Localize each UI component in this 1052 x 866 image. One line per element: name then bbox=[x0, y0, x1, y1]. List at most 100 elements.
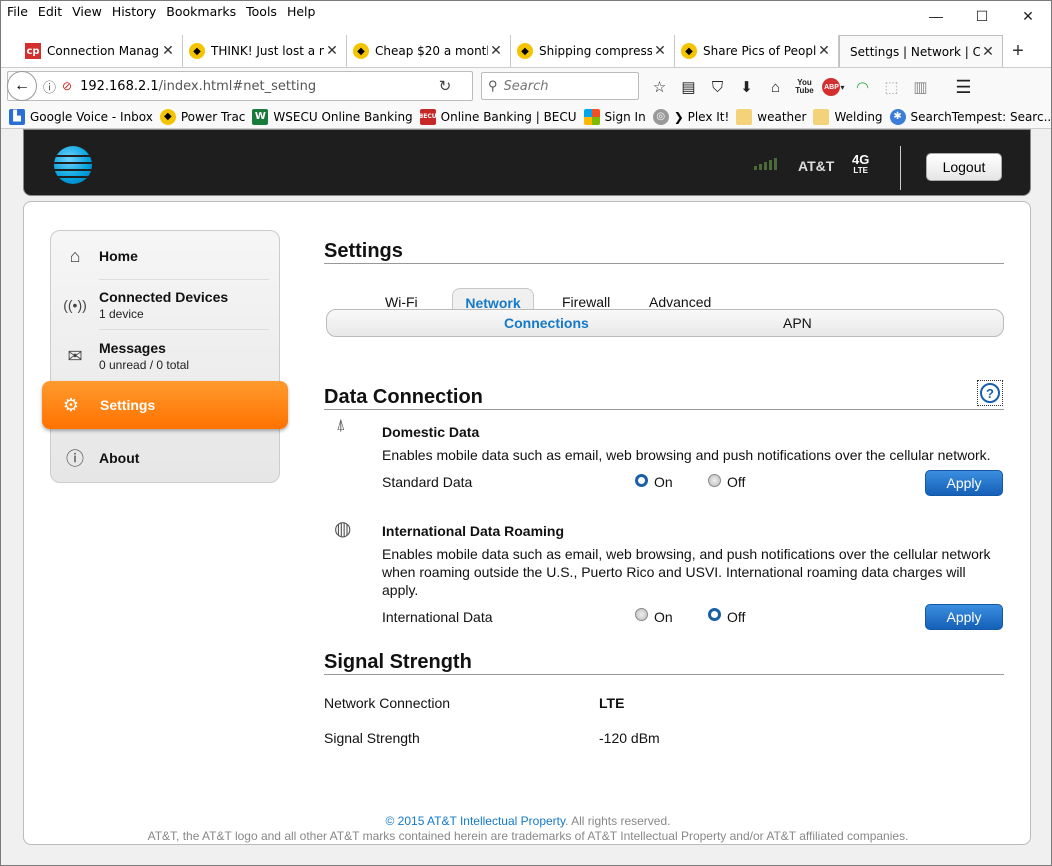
menu-view[interactable]: View bbox=[67, 1, 107, 25]
close-tab-icon[interactable]: ✕ bbox=[980, 44, 996, 60]
close-tab-icon[interactable]: ✕ bbox=[816, 43, 832, 59]
intl-data-off-radio[interactable] bbox=[708, 608, 721, 621]
download-icon[interactable]: ⬇ bbox=[732, 72, 761, 102]
bookmark-power-trac[interactable]: ◆ Power Trac bbox=[159, 108, 246, 125]
sidebar-toggle-icon[interactable]: ▥ bbox=[906, 72, 935, 102]
maximize-icon[interactable]: ☐ bbox=[959, 1, 1005, 31]
globe-icon: ◍ bbox=[334, 518, 352, 540]
tab-strip: cp Connection Manag ✕ ◆ THINK! Just lost… bbox=[1, 35, 1051, 67]
bookmark-wsecu[interactable]: W WSECU Online Banking bbox=[252, 108, 413, 125]
menu-history[interactable]: History bbox=[107, 1, 161, 25]
standard-data-on-radio[interactable] bbox=[635, 474, 648, 487]
menu-bookmarks[interactable]: Bookmarks bbox=[161, 1, 241, 25]
browser-tab[interactable]: ◆ THINK! Just lost a n ✕ bbox=[183, 35, 347, 67]
search-input[interactable] bbox=[503, 78, 624, 94]
intl-data-on-radio[interactable] bbox=[635, 608, 648, 621]
subtab-apn[interactable]: APN bbox=[783, 310, 812, 336]
subtab-connections[interactable]: Connections bbox=[504, 310, 589, 336]
bookmark-label: Power Trac bbox=[180, 109, 246, 124]
browser-tab-active[interactable]: Settings | Network | Cor ✕ bbox=[839, 35, 1003, 67]
bookmark-label: Welding bbox=[834, 109, 883, 124]
wifi-icon[interactable]: ◠ bbox=[848, 72, 877, 102]
sidebar-item-label: About bbox=[99, 450, 140, 466]
reading-list-icon[interactable]: ▤ bbox=[674, 72, 703, 102]
search-box[interactable]: ⚲ bbox=[481, 72, 639, 100]
radio-label: On bbox=[654, 474, 673, 490]
bookmark-plex[interactable]: ◎ ❯ Plex It! bbox=[652, 108, 729, 125]
carrier-name: AT&T bbox=[798, 158, 835, 174]
intl-roaming-desc-line2: when roaming outside the U.S., Puerto Ri… bbox=[382, 564, 966, 580]
header-divider bbox=[900, 146, 901, 190]
url-text[interactable]: 192.168.2.1/index.html#net_setting bbox=[80, 79, 430, 94]
bookmark-welding[interactable]: Welding bbox=[813, 108, 883, 125]
sidebar-item-home[interactable]: ⌂ Home bbox=[51, 231, 281, 281]
close-tab-icon[interactable]: ✕ bbox=[160, 43, 176, 59]
tab-title: Cheap $20 a month bbox=[375, 44, 488, 58]
back-arrow-icon[interactable]: ← bbox=[7, 71, 37, 101]
divider bbox=[324, 674, 1004, 675]
new-tab-button[interactable]: + bbox=[1003, 35, 1033, 67]
yellow-ninja-icon: ◆ bbox=[159, 108, 176, 125]
tab-title: Shipping compress bbox=[539, 44, 652, 58]
divider bbox=[324, 409, 1004, 410]
browser-tab[interactable]: ◆ Cheap $20 a month ✕ bbox=[347, 35, 511, 67]
apply-intl-button[interactable]: Apply bbox=[925, 604, 1003, 630]
radio-label: Off bbox=[727, 609, 746, 625]
help-button[interactable]: ? bbox=[977, 380, 1003, 406]
sidebar-item-connected-devices[interactable]: ((•)) Connected Devices 1 device bbox=[51, 280, 281, 330]
info-icon[interactable]: ⓘ bbox=[43, 77, 56, 96]
pocket-icon[interactable]: ⛉ bbox=[703, 72, 732, 102]
info-icon: ⓘ bbox=[66, 449, 84, 469]
youtube-icon[interactable]: You Tube bbox=[790, 72, 819, 102]
sidebar-item-about[interactable]: ⓘ About bbox=[51, 433, 281, 483]
copyright-link[interactable]: © 2015 AT&T Intellectual Property bbox=[386, 814, 566, 828]
signal-bars-icon bbox=[754, 158, 777, 170]
divider bbox=[324, 263, 1004, 264]
footer-rights: . All rights reserved. bbox=[565, 814, 671, 828]
bookmarks-toolbar: ▙ Google Voice - Inbox ◆ Power Trac W WSECU… bbox=[1, 105, 1051, 129]
browser-tab[interactable]: ◆ Shipping compress ✕ bbox=[511, 35, 675, 67]
close-tab-icon[interactable]: ✕ bbox=[488, 43, 504, 59]
menu-edit[interactable]: Edit bbox=[33, 1, 67, 25]
bookmark-searchtempest[interactable]: ✱ SearchTempest: Searc... bbox=[889, 108, 1051, 125]
envelope-icon: ✉ bbox=[67, 345, 83, 366]
sidebar-item-messages[interactable]: ✉ Messages 0 unread / 0 total bbox=[51, 331, 281, 381]
url-bar[interactable]: ← ⓘ ⊘ 192.168.2.1/index.html#net_setting… bbox=[7, 71, 473, 101]
logout-button[interactable]: Logout bbox=[926, 153, 1002, 181]
folder-icon bbox=[736, 108, 753, 125]
tab-title: Settings | Network | Cor bbox=[850, 44, 980, 59]
folder-icon bbox=[813, 108, 830, 125]
hamburger-menu-icon[interactable]: ☰ bbox=[949, 72, 978, 102]
menu-file[interactable]: File bbox=[1, 1, 33, 25]
browser-tab[interactable]: cp Connection Manag ✕ bbox=[19, 35, 183, 67]
standard-data-off-radio[interactable] bbox=[708, 474, 721, 487]
help-icon: ? bbox=[980, 383, 1000, 403]
bookmark-becu[interactable]: BECU Online Banking | BECU bbox=[419, 108, 577, 125]
sidebar-item-settings[interactable]: ⚙ Settings bbox=[42, 381, 288, 429]
home-icon[interactable]: ⌂ bbox=[761, 72, 790, 102]
insecure-lock-icon[interactable]: ⊘ bbox=[62, 79, 72, 93]
sidebar-item-label: Messages bbox=[99, 340, 166, 356]
intl-roaming-title: International Data Roaming bbox=[382, 523, 565, 539]
close-tab-icon[interactable]: ✕ bbox=[324, 43, 340, 59]
apply-domestic-button[interactable]: Apply bbox=[925, 470, 1003, 496]
intl-data-label: International Data bbox=[382, 609, 493, 625]
close-tab-icon[interactable]: ✕ bbox=[652, 43, 668, 59]
bookmark-sign-in[interactable]: Sign In bbox=[583, 108, 646, 125]
standard-data-label: Standard Data bbox=[382, 474, 473, 490]
menu-tools[interactable]: Tools bbox=[241, 1, 282, 25]
bookmark-weather[interactable]: weather bbox=[736, 108, 806, 125]
browser-tab[interactable]: ◆ Share Pics of Peopl ✕ bbox=[675, 35, 839, 67]
reload-icon[interactable]: ↻ bbox=[430, 77, 460, 95]
bookmark-google-voice[interactable]: ▙ Google Voice - Inbox bbox=[9, 108, 153, 125]
adblock-icon[interactable]: ABP ▾ bbox=[819, 72, 848, 102]
extension-icon[interactable]: ⬚ bbox=[877, 72, 906, 102]
menu-help[interactable]: Help bbox=[282, 1, 321, 25]
domestic-data-title: Domestic Data bbox=[382, 424, 480, 440]
bookmark-star-icon[interactable]: ☆ bbox=[645, 72, 674, 102]
minimize-icon[interactable]: — bbox=[913, 1, 959, 31]
site-header: AT&T 4G LTE Logout bbox=[23, 129, 1031, 196]
tab-title: THINK! Just lost a n bbox=[211, 44, 324, 58]
broadcast-icon: ((•)) bbox=[63, 297, 87, 313]
close-window-icon[interactable]: ✕ bbox=[1005, 1, 1051, 31]
